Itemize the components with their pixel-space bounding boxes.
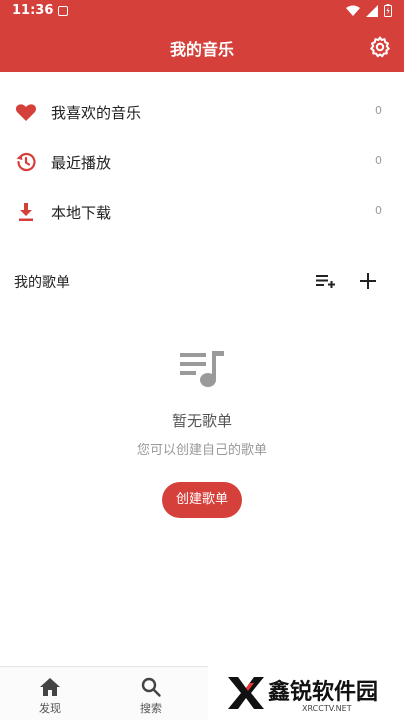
battery-icon xyxy=(384,4,392,17)
watermark-logo xyxy=(228,677,264,709)
empty-state-title: 暂无歌单 xyxy=(171,412,232,430)
home-icon xyxy=(40,678,60,696)
watermark: 鑫锐软件园 XRCCTV.NET xyxy=(208,666,404,720)
tab-discover[interactable]: 发现 xyxy=(0,667,100,720)
add-icon[interactable] xyxy=(356,269,380,293)
playlists-header: 我的歌单 xyxy=(0,262,404,300)
status-bar: 11:36 xyxy=(0,0,404,22)
history-icon xyxy=(16,152,36,172)
watermark-url: XRCCTV.NET xyxy=(302,704,352,713)
menu-label-downloads: 本地下载 xyxy=(51,204,112,222)
notification-icon xyxy=(58,6,68,16)
settings-icon[interactable] xyxy=(368,35,392,59)
heart-icon xyxy=(15,104,37,121)
menu-item-favorites[interactable]: 我喜欢的音乐 0 xyxy=(0,87,404,137)
app-bar: 我的音乐 xyxy=(0,22,404,72)
tab-label-discover: 发现 xyxy=(39,702,61,715)
playlist-empty-icon xyxy=(180,351,224,387)
menu-count-recent: 0 xyxy=(375,154,382,167)
menu-label-favorites: 我喜欢的音乐 xyxy=(51,104,142,122)
page-title: 我的音乐 xyxy=(169,40,234,59)
tab-search[interactable]: 搜索 xyxy=(101,667,201,720)
signal-icon xyxy=(366,4,378,17)
status-icons xyxy=(346,4,392,17)
watermark-text: 鑫锐软件园 xyxy=(268,680,379,705)
menu-count-favorites: 0 xyxy=(375,104,382,117)
wifi-icon xyxy=(346,5,360,16)
playlists-title: 我的歌单 xyxy=(14,275,70,291)
tab-label-search: 搜索 xyxy=(140,702,162,715)
menu-count-downloads: 0 xyxy=(375,204,382,217)
status-time: 11:36 xyxy=(12,3,54,18)
empty-state-subtitle: 您可以创建自己的歌单 xyxy=(136,443,267,458)
create-playlist-button[interactable]: 创建歌单 xyxy=(162,482,242,518)
menu-item-downloads[interactable]: 本地下载 0 xyxy=(0,187,404,237)
menu-item-recent[interactable]: 最近播放 0 xyxy=(0,137,404,187)
download-icon xyxy=(19,203,33,221)
menu-label-recent: 最近播放 xyxy=(51,154,112,172)
search-icon xyxy=(141,677,161,697)
playlist-add-icon[interactable] xyxy=(313,269,337,293)
